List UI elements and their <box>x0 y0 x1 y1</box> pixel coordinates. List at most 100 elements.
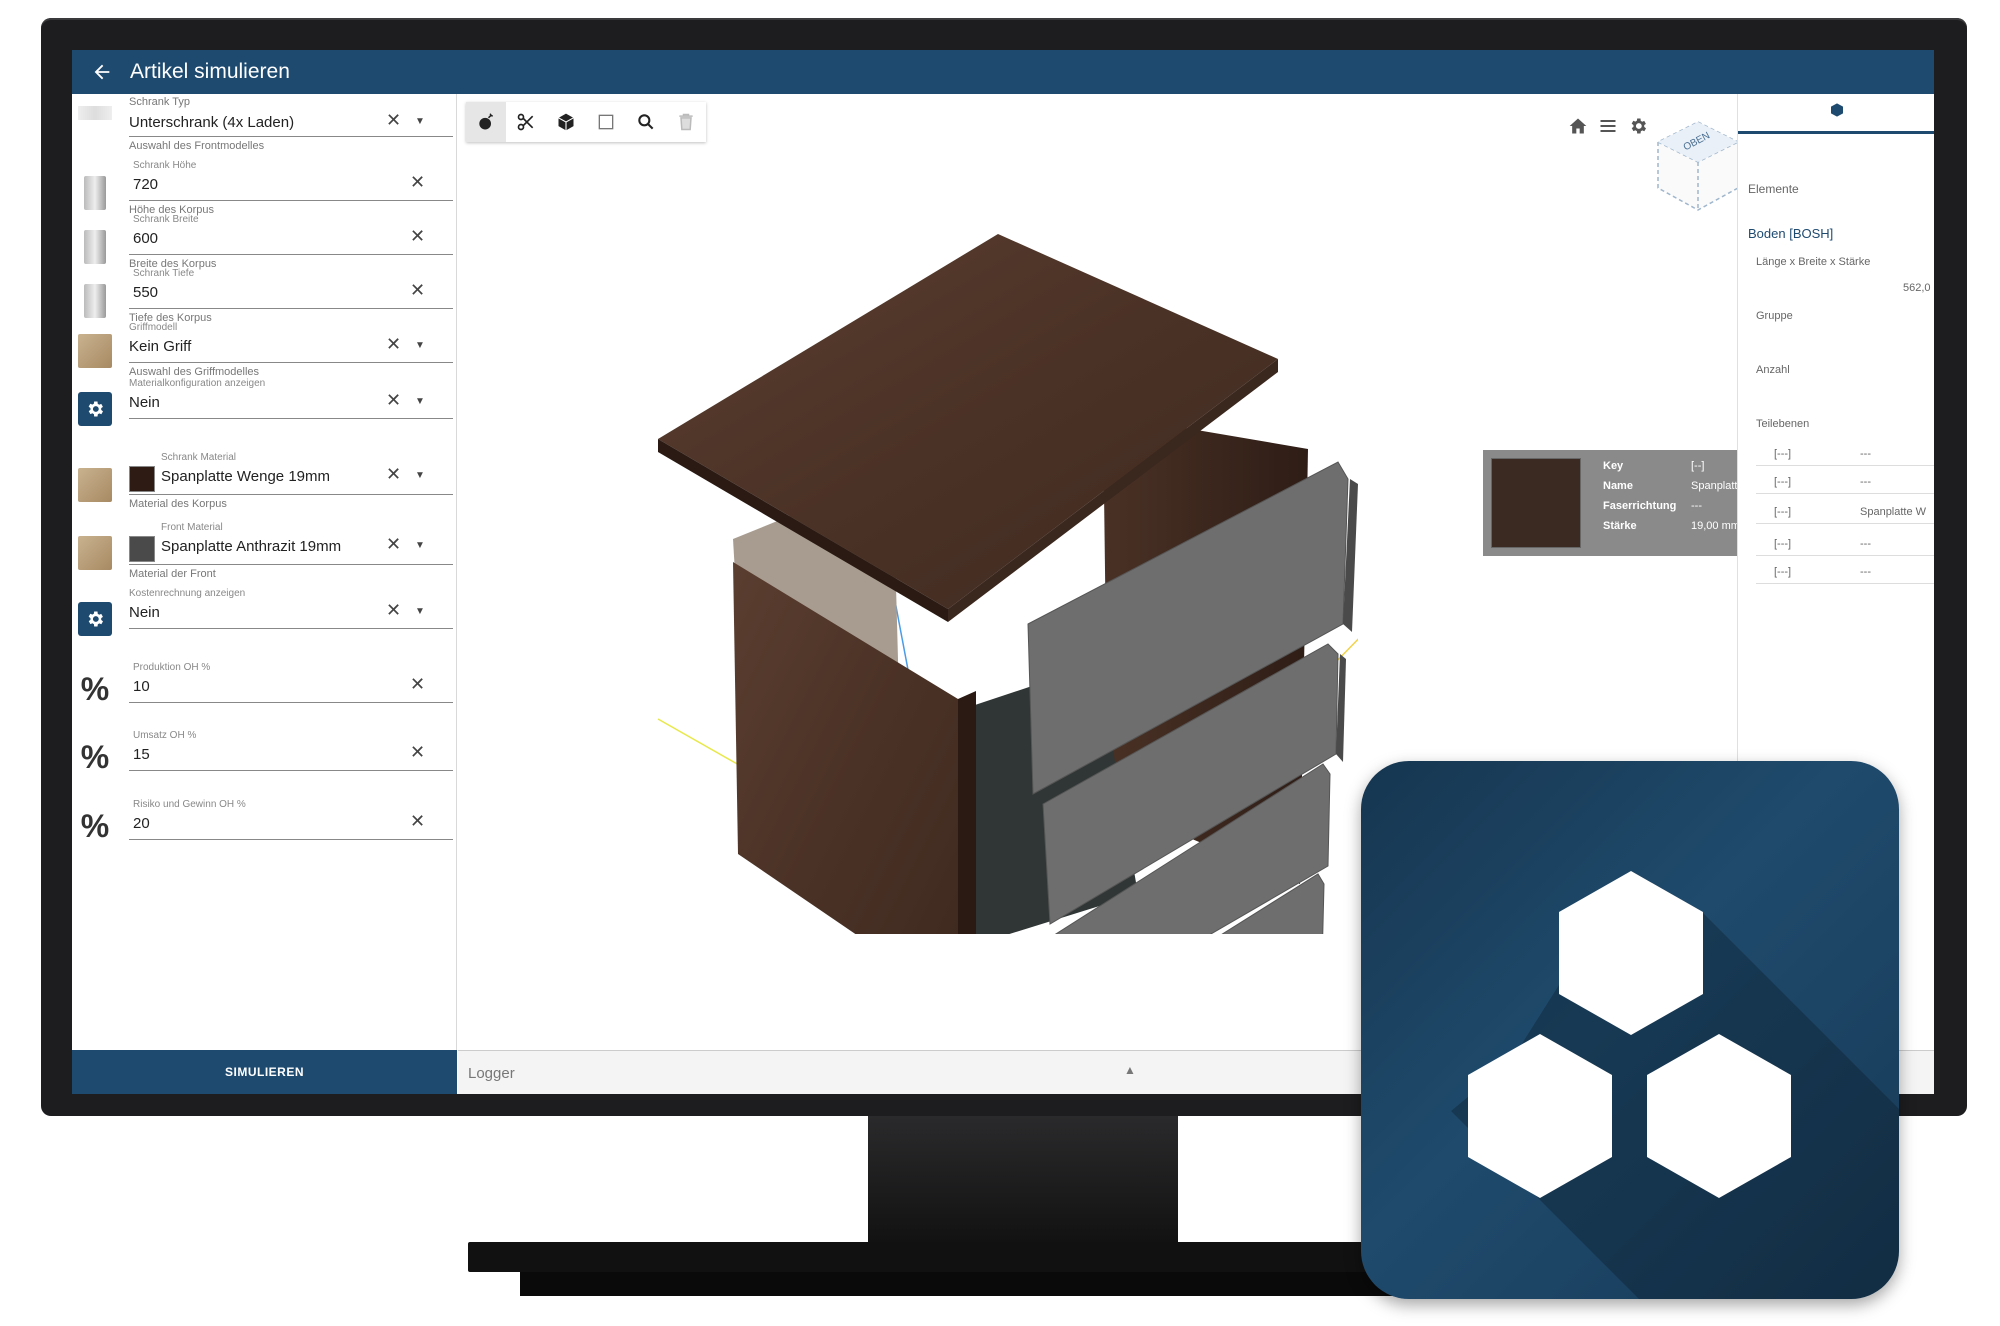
field-underline <box>129 200 453 201</box>
stage: Artikel simulieren Schrank Typ Unterschr… <box>0 0 2000 1326</box>
zoom-icon[interactable] <box>626 102 666 142</box>
trash-icon[interactable] <box>666 102 706 142</box>
close-icon[interactable]: ✕ <box>386 110 401 131</box>
field-label: Materialkonfiguration anzeigen <box>129 378 266 389</box>
chevron-down-icon[interactable]: ▼ <box>415 340 425 351</box>
part-key: [---] <box>1774 476 1792 488</box>
field-schrank-breite: Schrank Breite 600 ✕ Breite des Korpus <box>72 214 457 274</box>
list-item[interactable]: [---] --- <box>1756 534 1934 556</box>
part-key: [---] <box>1774 538 1792 550</box>
part-value: --- <box>1860 448 1871 460</box>
title-bar: Artikel simulieren <box>72 50 1934 94</box>
list-item[interactable]: [---] --- <box>1756 562 1934 584</box>
field-hint: Material des Korpus <box>129 498 227 510</box>
close-icon[interactable]: ✕ <box>386 534 401 555</box>
close-icon[interactable]: ✕ <box>410 280 425 301</box>
part-value: Spanplatte W <box>1860 506 1927 518</box>
chevron-down-icon[interactable]: ▼ <box>415 116 425 127</box>
menu-icon[interactable] <box>1598 116 1618 141</box>
material-swatch <box>129 466 155 492</box>
field-underline <box>129 254 453 255</box>
field-underline <box>129 494 453 495</box>
explode-icon[interactable] <box>466 102 506 142</box>
cabinet-3d-model <box>638 194 1374 1094</box>
field-underline <box>129 418 453 419</box>
field-materialkonfiguration: Materialkonfiguration anzeigen Nein ✕ ▼ <box>72 378 457 438</box>
viewport-toolbar <box>466 102 706 142</box>
part-value: --- <box>1860 538 1871 550</box>
scissors-icon[interactable] <box>506 102 546 142</box>
info-key: Faserrichtung <box>1603 500 1677 512</box>
chevron-up-icon[interactable]: ▲ <box>1124 1063 1136 1077</box>
chevron-down-icon[interactable]: ▼ <box>415 606 425 617</box>
risiko-gewinn-oh-input[interactable]: 20 <box>133 815 150 832</box>
simulate-button[interactable]: SIMULIEREN <box>72 1050 457 1094</box>
field-label: Schrank Material <box>161 452 237 463</box>
cube-icon <box>1829 102 1845 123</box>
schrank-hoehe-input[interactable]: 720 <box>133 176 158 193</box>
field-underline <box>129 839 453 840</box>
field-kostenrechnung: Kostenrechnung anzeigen Nein ✕ ▼ <box>72 588 457 648</box>
gear-icon <box>78 392 112 426</box>
monitor-stand-neck <box>868 1116 1178 1248</box>
list-item[interactable]: [---] Spanplatte W <box>1756 502 1934 524</box>
section-label: Elemente <box>1748 182 1799 196</box>
close-icon[interactable]: ✕ <box>386 334 401 355</box>
umsatz-oh-input[interactable]: 15 <box>133 746 150 763</box>
part-key: [---] <box>1774 566 1792 578</box>
field-underline <box>129 628 453 629</box>
chevron-down-icon[interactable]: ▼ <box>415 540 425 551</box>
chevron-down-icon[interactable]: ▼ <box>415 470 425 481</box>
field-label: Griffmodell <box>129 322 178 333</box>
gear-icon <box>78 602 112 636</box>
close-icon[interactable]: ✕ <box>410 742 425 763</box>
tab-elements[interactable] <box>1738 94 1934 134</box>
dims-value: 562,0 <box>1903 282 1931 294</box>
griffmodell-select[interactable]: Kein Griff <box>129 338 191 355</box>
schrank-material-select[interactable]: Spanplatte Wenge 19mm <box>161 468 330 485</box>
cabinet-width-icon <box>84 230 106 264</box>
field-underline <box>129 564 453 565</box>
square-outline-icon[interactable] <box>586 102 626 142</box>
close-icon[interactable]: ✕ <box>410 674 425 695</box>
view-controls <box>1568 116 1648 141</box>
chevron-down-icon[interactable]: ▼ <box>415 396 425 407</box>
schrank-tiefe-input[interactable]: 550 <box>133 284 158 301</box>
schrank-typ-select[interactable]: Unterschrank (4x Laden) <box>129 114 294 131</box>
gear-icon[interactable] <box>1628 116 1648 141</box>
field-label: Umsatz OH % <box>133 730 197 741</box>
close-icon[interactable]: ✕ <box>410 811 425 832</box>
info-value: 19,00 mm <box>1691 520 1740 532</box>
view-cube[interactable]: OBEN <box>1648 114 1748 229</box>
close-icon[interactable]: ✕ <box>386 390 401 411</box>
count-label: Anzahl <box>1756 364 1790 376</box>
cabinet-type-icon <box>78 106 112 120</box>
produktion-oh-input[interactable]: 10 <box>133 678 150 695</box>
arrow-left-icon[interactable] <box>82 50 122 94</box>
materialkonfiguration-select[interactable]: Nein <box>129 394 160 411</box>
close-icon[interactable]: ✕ <box>386 600 401 621</box>
field-hint: Material der Front <box>129 568 216 580</box>
material-swatch <box>129 536 155 562</box>
close-icon[interactable]: ✕ <box>386 464 401 485</box>
page-title: Artikel simulieren <box>130 60 290 83</box>
field-label: Produktion OH % <box>133 662 211 673</box>
element-title: Boden [BOSH] <box>1748 226 1834 241</box>
field-label: Schrank Typ <box>129 96 190 108</box>
parts-label: Teilebenen <box>1756 418 1810 430</box>
close-icon[interactable]: ✕ <box>410 172 425 193</box>
list-item[interactable]: [---] --- <box>1756 472 1934 494</box>
kostenrechnung-select[interactable]: Nein <box>129 604 160 621</box>
schrank-breite-input[interactable]: 600 <box>133 230 158 247</box>
simulation-form: Schrank Typ Unterschrank (4x Laden) ✕ ▼ … <box>72 94 457 1050</box>
field-label: Risiko und Gewinn OH % <box>133 799 246 810</box>
cube-solid-icon[interactable] <box>546 102 586 142</box>
home-icon[interactable] <box>1568 116 1588 141</box>
front-material-select[interactable]: Spanplatte Anthrazit 19mm <box>161 538 341 555</box>
field-hint: Auswahl des Griffmodelles <box>129 366 260 378</box>
percent-icon: % <box>80 807 110 844</box>
close-icon[interactable]: ✕ <box>410 226 425 247</box>
dims-label: Länge x Breite x Stärke <box>1756 256 1871 268</box>
info-key: Key <box>1603 460 1624 472</box>
list-item[interactable]: [---] --- <box>1756 444 1934 466</box>
